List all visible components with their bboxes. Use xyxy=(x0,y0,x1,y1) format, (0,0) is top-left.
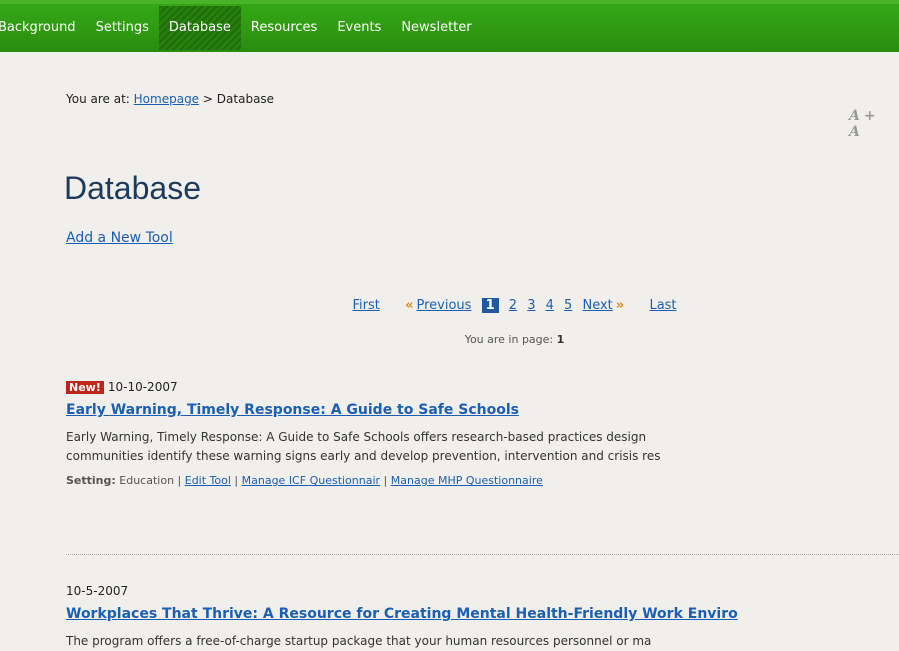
pager-page-2[interactable]: 2 xyxy=(509,298,517,313)
entry-description: Early Warning, Timely Response: A Guide … xyxy=(66,428,899,466)
entry-description: The program offers a free-of-charge star… xyxy=(66,632,899,651)
breadcrumb-separator: > xyxy=(202,92,213,106)
nav-item-background[interactable]: Background xyxy=(0,6,86,50)
entry-title-link[interactable]: Workplaces That Thrive: A Resource for C… xyxy=(66,606,899,622)
entry-title-link[interactable]: Early Warning, Timely Response: A Guide … xyxy=(66,402,899,418)
new-badge: New! xyxy=(66,381,104,394)
entry-date: 10-5-2007 xyxy=(66,584,129,598)
entry-description-line: communities identify these warning signs… xyxy=(66,449,661,463)
add-tool-link[interactable]: Add a New Tool xyxy=(66,230,173,246)
nav-item-settings[interactable]: Settings xyxy=(86,6,159,50)
pager-next-link[interactable]: Next xyxy=(582,298,612,313)
pager-page-5[interactable]: 5 xyxy=(564,298,572,313)
nav-item-database[interactable]: Database xyxy=(158,6,241,50)
pager-page-4[interactable]: 4 xyxy=(546,298,554,313)
setting-label: Setting: xyxy=(66,474,116,487)
breadcrumb-current: Database xyxy=(216,92,275,106)
entry-divider xyxy=(66,554,899,555)
page-info-value: 1 xyxy=(556,333,565,346)
nav-item-events[interactable]: Events xyxy=(327,6,391,50)
next-arrow-icon: » xyxy=(615,298,625,313)
entry-description-line: The program offers a free-of-charge star… xyxy=(66,634,652,648)
pager-last-link[interactable]: Last xyxy=(649,298,676,313)
manage-icf-link[interactable]: Manage ICF Questionnair xyxy=(242,474,380,487)
breadcrumb-home-link[interactable]: Homepage xyxy=(134,92,199,106)
previous-arrow-icon: « xyxy=(405,298,414,313)
pager-current-page: 1 xyxy=(481,298,499,313)
manage-mhp-link[interactable]: Manage MHP Questionnaire xyxy=(391,474,543,487)
font-size-tools[interactable]: A+ A xyxy=(849,108,899,140)
edit-tool-link[interactable]: Edit Tool xyxy=(185,474,231,487)
breadcrumb: You are at: Homepage > Database xyxy=(66,92,274,106)
main-nav: Background Settings Database Resources E… xyxy=(0,0,899,52)
nav-item-resources[interactable]: Resources xyxy=(241,6,327,50)
list-item: New! 10-10-2007 Early Warning, Timely Res… xyxy=(66,380,899,487)
page-info: You are in page: 1 xyxy=(0,333,899,346)
pagination: First «Previous 1 2 3 4 5 Next» Last xyxy=(0,298,899,313)
entry-description-line: Early Warning, Timely Response: A Guide … xyxy=(66,430,647,444)
page-info-label: You are in page: xyxy=(464,333,554,346)
pager-previous-link[interactable]: Previous xyxy=(417,298,472,313)
entry-date: 10-10-2007 xyxy=(107,380,178,394)
pager-page-3[interactable]: 3 xyxy=(527,298,535,313)
page-title: Database xyxy=(64,170,201,206)
pager-first-link[interactable]: First xyxy=(352,298,379,313)
setting-value: Education xyxy=(119,474,175,487)
entry-meta: Setting: Education | Edit Tool | Manage … xyxy=(66,474,543,487)
nav-item-newsletter[interactable]: Newsletter xyxy=(391,6,481,50)
breadcrumb-prefix: You are at: xyxy=(66,92,130,106)
